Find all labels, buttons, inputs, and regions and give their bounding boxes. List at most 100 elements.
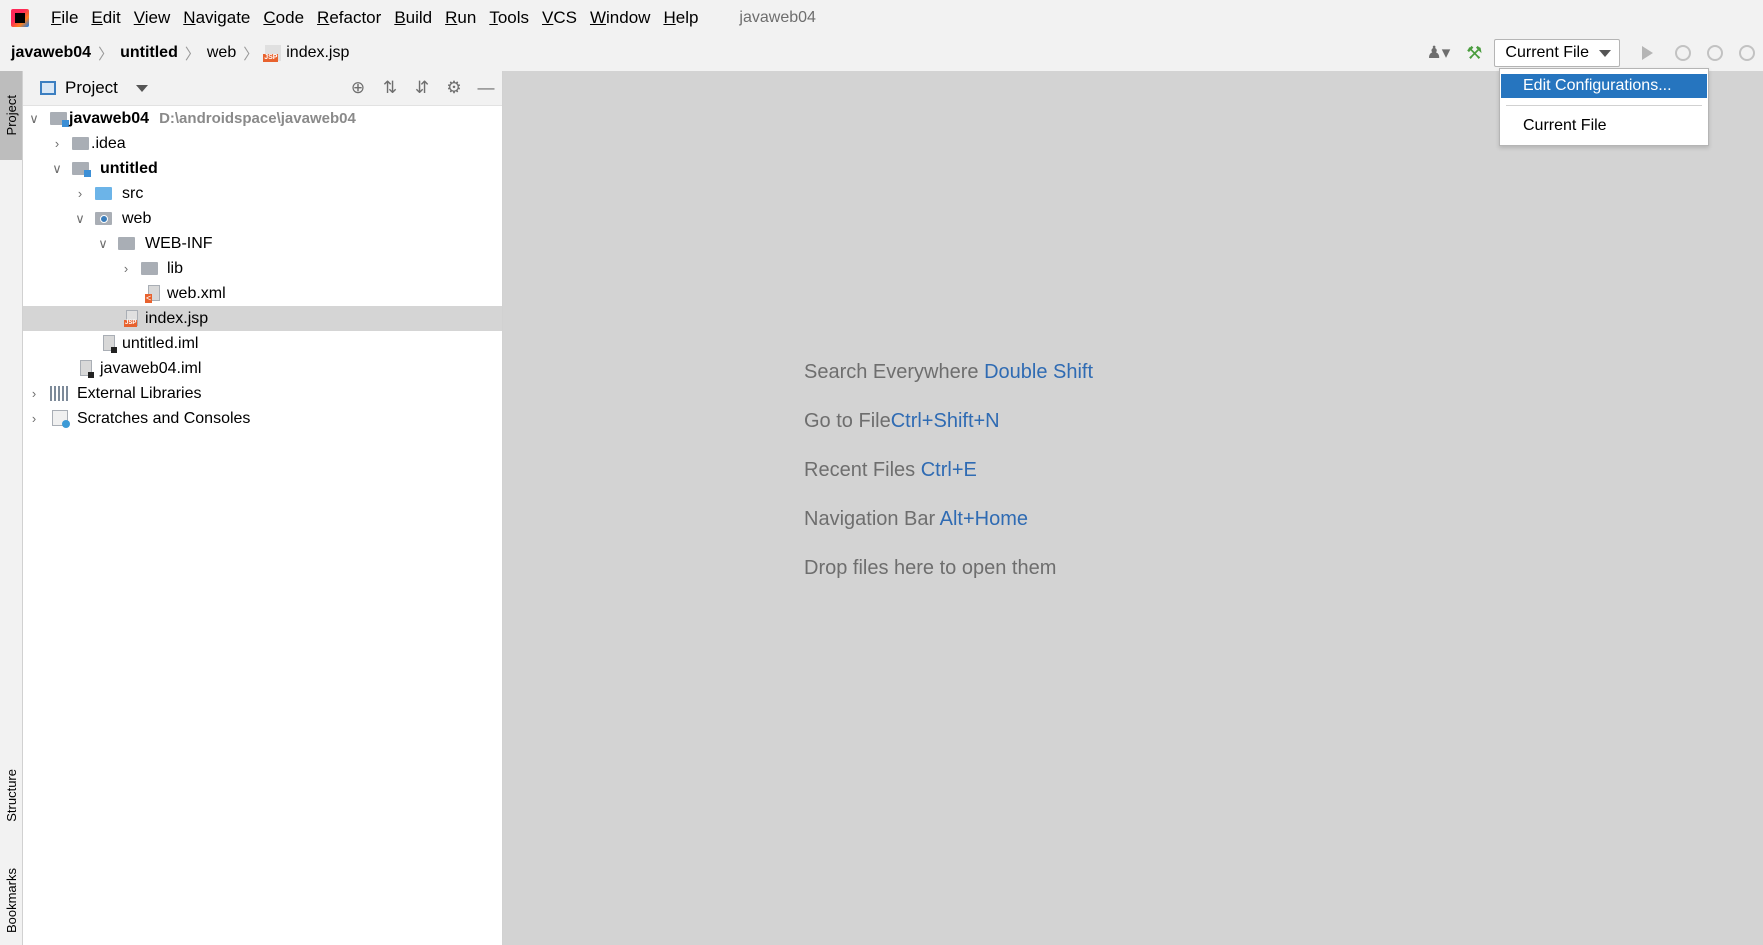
menu-help[interactable]: Help — [663, 8, 698, 28]
menu-window[interactable]: Window — [590, 8, 650, 28]
tree-row-src[interactable]: › src — [23, 181, 502, 206]
module-folder-icon — [50, 112, 69, 127]
edit-configurations-menu-item[interactable]: Edit Configurations... — [1501, 74, 1707, 98]
menu-run[interactable]: Run — [445, 8, 476, 28]
run-configuration-selector[interactable]: Current File — [1494, 39, 1620, 67]
xml-file-icon — [145, 285, 160, 303]
hint-navigation-bar: Navigation Bar Alt+Home — [804, 508, 1028, 531]
chevron-right-icon[interactable]: › — [27, 411, 41, 426]
menu-tools[interactable]: Tools — [489, 8, 529, 28]
menu-vcs[interactable]: VCS — [542, 8, 577, 28]
breadcrumb-folder[interactable]: web — [207, 44, 236, 62]
tree-row-label: .idea — [91, 134, 126, 152]
chevron-down-icon[interactable]: ∨ — [96, 236, 110, 252]
tree-row-label: javaweb04 D:\androidspace\javaweb04 — [69, 110, 356, 128]
tree-row-index-jsp[interactable]: index.jsp — [23, 306, 502, 331]
chevron-right-icon[interactable]: › — [27, 386, 41, 401]
folder-icon — [72, 137, 89, 150]
tree-row-label: web.xml — [167, 284, 226, 302]
hide-panel-icon[interactable]: — — [470, 78, 502, 98]
menu-separator — [1506, 105, 1702, 106]
tree-row-javaweb04[interactable]: ∨ javaweb04 D:\androidspace\javaweb04 — [23, 106, 502, 131]
jsp-file-icon — [263, 45, 282, 62]
chevron-down-icon[interactable]: ∨ — [50, 161, 64, 177]
breadcrumb-project[interactable]: javaweb04 — [11, 44, 91, 62]
run-icon[interactable] — [1642, 46, 1653, 60]
chevron-right-icon[interactable]: › — [119, 261, 133, 276]
hint-go-to-file: Go to FileCtrl+Shift+N — [804, 410, 1000, 433]
navigation-bar: javaweb04 〉 untitled 〉 web 〉 index.jsp ♟… — [0, 35, 1763, 72]
intellij-logo-icon — [11, 8, 29, 27]
folder-icon — [141, 262, 158, 275]
menu-code[interactable]: Code — [263, 8, 304, 28]
tree-row-untitled-iml[interactable]: untitled.iml — [23, 331, 502, 356]
tree-row-web-xml[interactable]: web.xml — [23, 281, 502, 306]
menu-build[interactable]: Build — [394, 8, 432, 28]
hint-shortcut: Ctrl+E — [920, 459, 977, 481]
chevron-right-icon[interactable]: › — [73, 186, 87, 201]
tool-tab-bookmarks[interactable]: Bookmarks — [0, 856, 22, 945]
menu-edit[interactable]: Edit — [91, 8, 120, 28]
tree-row-label: web — [122, 209, 152, 227]
library-icon — [50, 386, 68, 401]
gear-icon[interactable]: ⚙ — [438, 78, 470, 98]
tree-row-web[interactable]: ∨ web — [23, 206, 502, 231]
current-file-menu-item[interactable]: Current File — [1501, 114, 1707, 138]
collapse-all-icon[interactable]: ⇵ — [406, 78, 438, 98]
breadcrumb-chevron-icon: 〉 — [98, 45, 114, 63]
editor-empty-area[interactable]: Search Everywhere Double Shift Go to Fil… — [503, 71, 1763, 945]
folder-icon — [118, 237, 135, 250]
hint-drop-files: Drop files here to open them — [804, 557, 1056, 580]
menu-navigate[interactable]: Navigate — [183, 8, 250, 28]
project-panel-header: Project ⊕ ⇅ ⇵ ⚙ — — [23, 71, 502, 106]
run-toolbar: ♟▾ ⚒ Current File — [1419, 35, 1763, 71]
chevron-right-icon[interactable]: › — [50, 136, 64, 151]
chevron-down-icon[interactable]: ∨ — [27, 111, 41, 127]
tree-row-label: lib — [167, 259, 184, 277]
tree-row-web-inf[interactable]: ∨ WEB-INF — [23, 231, 502, 256]
hint-shortcut: Alt+Home — [939, 508, 1029, 530]
profile-icon[interactable] — [1739, 45, 1755, 61]
run-configuration-label: Current File — [1505, 44, 1589, 61]
chevron-down-icon[interactable]: ∨ — [73, 211, 87, 227]
debug-icon[interactable] — [1675, 45, 1691, 61]
hint-label: Recent Files — [804, 459, 916, 481]
iml-file-icon — [80, 360, 94, 378]
tree-row-label-text: javaweb04 — [69, 109, 150, 127]
build-hammer-icon[interactable]: ⚒ — [1466, 43, 1482, 64]
menu-bar: File Edit View Navigate Code Refactor Bu… — [0, 0, 1763, 35]
tool-tab-structure[interactable]: Structure — [0, 751, 22, 839]
tree-row-lib[interactable]: › lib — [23, 256, 502, 281]
menu-view[interactable]: View — [134, 8, 171, 28]
tree-row-scratches[interactable]: › Scratches and Consoles — [23, 406, 502, 431]
coverage-icon[interactable] — [1707, 45, 1723, 61]
tool-tab-bookmarks-label: Bookmarks — [3, 867, 19, 934]
tree-row-label: WEB-INF — [145, 234, 213, 252]
user-account-icon[interactable]: ♟▾ — [1427, 43, 1451, 63]
iml-file-icon — [103, 335, 117, 353]
hint-label: Drop files here to open them — [804, 557, 1057, 579]
menu-file[interactable]: File — [51, 8, 78, 28]
tree-row-external-libraries[interactable]: › External Libraries — [23, 381, 502, 406]
web-folder-icon — [95, 212, 112, 225]
project-panel-actions: ⊕ ⇅ ⇵ ⚙ — — [342, 71, 502, 105]
project-panel-title[interactable]: Project — [65, 78, 118, 98]
expand-all-icon[interactable]: ⇅ — [374, 78, 406, 98]
tree-row-idea[interactable]: › .idea — [23, 131, 502, 156]
chevron-down-icon[interactable] — [135, 84, 148, 92]
breadcrumb: javaweb04 〉 untitled 〉 web 〉 index.jsp — [11, 43, 349, 64]
left-tool-strip: Project Structure Bookmarks — [0, 71, 23, 945]
breadcrumb-chevron-icon: 〉 — [243, 45, 259, 63]
menu-refactor[interactable]: Refactor — [317, 8, 381, 28]
tree-row-untitled[interactable]: ∨ untitled — [23, 156, 502, 181]
locate-file-icon[interactable]: ⊕ — [342, 78, 374, 98]
breadcrumb-module[interactable]: untitled — [120, 44, 178, 62]
window-title: javaweb04 — [739, 8, 816, 26]
breadcrumb-file[interactable]: index.jsp — [263, 44, 350, 62]
breadcrumb-file-label: index.jsp — [286, 44, 350, 61]
project-panel: Project ⊕ ⇅ ⇵ ⚙ — ∨ javaweb04 D:\androids… — [23, 71, 503, 945]
tool-tab-project[interactable]: Project — [0, 71, 22, 160]
tree-row-javaweb04-iml[interactable]: javaweb04.iml — [23, 356, 502, 381]
chevron-down-icon — [1599, 49, 1611, 57]
scratches-icon — [52, 410, 70, 428]
